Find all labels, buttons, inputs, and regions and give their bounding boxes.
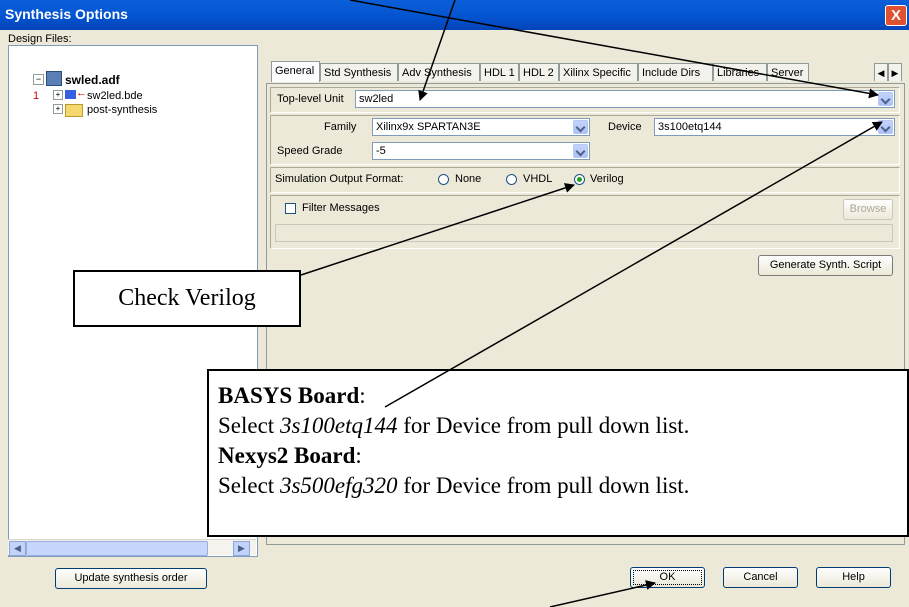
arrow-to-ok-button <box>549 580 656 607</box>
synthesis-options-dialog: Synthesis Options X Design Files: − swle… <box>0 0 909 607</box>
arrow-to-device-dropdown <box>384 121 883 408</box>
arrow-to-verilog-radio <box>300 183 575 276</box>
annotation-arrows <box>300 0 883 607</box>
arrow-to-top-level-dropdown <box>349 0 879 99</box>
